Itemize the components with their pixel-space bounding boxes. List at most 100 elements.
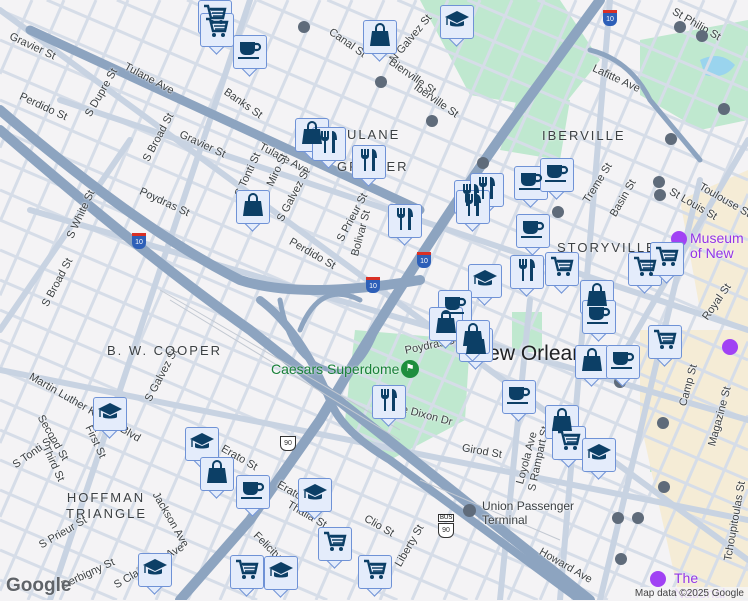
map-marker-bag[interactable] [363,20,397,64]
marker-box [552,426,586,460]
marker-box [440,5,474,39]
graduation-cap-icon [472,269,498,294]
bus-shield-label: BUS [438,514,454,522]
poi-museum[interactable]: Museum of New Orleans [690,231,748,261]
graduation-cap-icon [586,443,612,468]
transit-stop-icon[interactable] [718,103,730,115]
map-marker-bag[interactable] [236,190,270,234]
map-marker-cart[interactable] [650,242,684,286]
map-marker-grad[interactable] [264,556,298,600]
map-marker-grad[interactable] [93,397,127,441]
poi-union-passenger-terminal[interactable]: Union Passenger Terminal [482,499,582,527]
fork-knife-icon [359,148,379,177]
shopping-bag-icon [242,193,264,222]
map-attribution[interactable]: Map data ©2025 Google [631,587,748,600]
coffee-cup-icon [610,349,636,376]
transit-stop-icon[interactable] [654,189,666,201]
marker-box [363,20,397,54]
transit-stop-icon[interactable] [426,115,438,127]
transit-stop-icon[interactable] [298,21,310,33]
poi-caesars-superdome[interactable]: Caesars Superdome [271,361,399,377]
coffee-cup-icon [237,39,263,66]
coffee-cup-icon [506,384,532,411]
district-iberville: IBERVILLE [542,128,626,143]
map-marker-coffee[interactable] [236,475,270,519]
marker-box [358,555,392,589]
district-bw-cooper: B. W. COOPER [107,343,222,358]
shopping-cart-icon [205,17,229,44]
us90-shield: 90 [280,436,296,451]
marker-box [582,300,616,334]
coffee-cup-icon [520,218,546,245]
graduation-cap-icon [189,432,215,457]
transit-stop-icon[interactable] [653,176,665,188]
map-marker-grad[interactable] [468,264,502,308]
marker-box [318,527,352,561]
shopping-bag-icon [581,348,603,377]
shopping-cart-icon [557,430,581,457]
transit-stop-icon[interactable] [477,157,489,169]
transit-stop-icon[interactable] [657,417,669,429]
shopping-cart-icon [323,531,347,558]
graduation-cap-icon [142,558,168,583]
map-marker-bag[interactable] [575,345,609,389]
graduation-cap-icon [97,402,123,427]
transit-stop-icon[interactable] [696,30,708,42]
map-marker-coffee[interactable] [233,35,267,79]
transit-stop-icon[interactable] [658,481,670,493]
map-marker-grad[interactable] [138,553,172,597]
map-marker-cart[interactable] [200,13,234,57]
map-marker-bag[interactable] [200,457,234,501]
map-marker-food[interactable] [510,255,544,299]
transit-stop-icon[interactable] [665,133,677,145]
train-station-icon [463,504,476,517]
marker-box [516,214,550,248]
map-marker-cart[interactable] [318,527,352,571]
district-hoffman-triangle: HOFFMAN TRIANGLE [66,490,146,522]
map-marker-grad[interactable] [440,5,474,49]
map-marker-coffee[interactable] [582,300,616,344]
map-marker-cart[interactable] [545,252,579,296]
fork-knife-icon [517,258,537,287]
shopping-bag-icon [206,460,228,489]
shopping-cart-icon [655,246,679,273]
marker-box [236,475,270,509]
shopping-bag-icon [369,23,391,52]
map-marker-coffee[interactable] [606,345,640,389]
map-marker-cart[interactable] [648,325,682,369]
map-marker-coffee[interactable] [502,380,536,424]
transit-stop-icon[interactable] [615,553,627,565]
transit-stop-icon[interactable] [674,21,686,33]
marker-box [648,325,682,359]
graduation-cap-icon [268,561,294,586]
shopping-cart-icon [653,329,677,356]
map-marker-grad[interactable] [298,478,332,522]
transit-stop-icon[interactable] [552,206,564,218]
marker-box [230,555,264,589]
map-marker-food[interactable] [372,385,406,429]
transit-stop-icon[interactable] [632,512,644,524]
i10-shield: 10 [366,277,380,293]
map-marker-grad[interactable] [582,438,616,482]
map-marker-cart[interactable] [230,555,264,599]
map-marker-cart[interactable] [552,426,586,470]
transit-stop-icon[interactable] [612,512,624,524]
marker-box [236,190,270,224]
map-marker-cart[interactable] [358,555,392,599]
map-marker-coffee[interactable] [540,158,574,202]
graduation-cap-icon [444,10,470,35]
marker-box [233,35,267,69]
marker-box [185,427,219,461]
marker-box [606,345,640,379]
map-marker-coffee[interactable] [514,166,548,210]
shopping-cart-icon [235,559,259,586]
map-marker-food[interactable] [352,145,386,189]
shopping-bag-icon [435,310,457,339]
transit-stop-icon[interactable] [375,76,387,88]
coffee-cup-icon [240,479,266,506]
marker-box [372,385,406,419]
graduation-cap-icon [302,483,328,508]
marker-box [93,397,127,431]
fork-knife-icon [395,207,415,236]
map-marker-food[interactable] [388,204,422,248]
